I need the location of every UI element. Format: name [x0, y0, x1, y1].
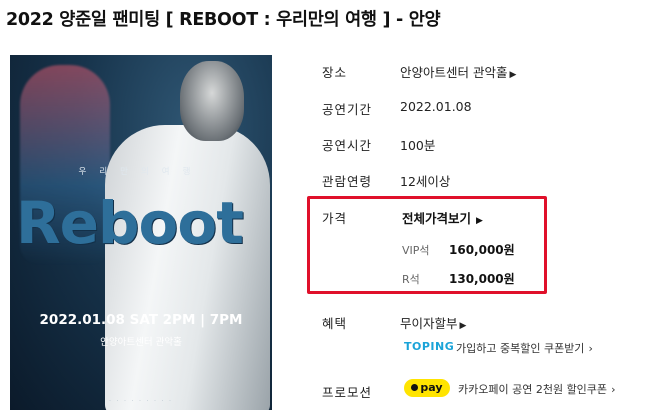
venue-link[interactable]: 안양아트센터 관악홀 ▶	[400, 62, 516, 81]
page-title: 2022 양준일 팬미팅 [ REBOOT : 우리만의 여행 ] - 안양	[6, 10, 441, 30]
kakaopay-badge: pay	[404, 379, 450, 397]
price-grade-vip: VIP석	[402, 244, 430, 257]
poster-logo: Reboot	[16, 189, 244, 257]
duration-label: 공연시간	[322, 138, 373, 153]
benefit-value: 무이자할부	[400, 316, 458, 331]
price-amount-vip: 160,000원	[449, 243, 515, 257]
kakaopay-coupon-link[interactable]: 카카오페이 공연 2천원 할인쿠폰 ›	[458, 381, 615, 397]
period-value: 2022.01.08	[400, 99, 472, 114]
kakaopay-badge-text: pay	[420, 381, 443, 394]
duration-value: 100분	[400, 138, 436, 153]
speech-bubble-icon	[411, 384, 419, 391]
price-label: 가격	[322, 211, 348, 226]
promotion-label: 프로모션	[322, 385, 373, 400]
age-label: 관람연령	[322, 174, 373, 189]
poster-fine-print: · · · · · · · · ·	[109, 398, 173, 404]
period-label: 공연기간	[322, 102, 373, 117]
show-all-prices-button[interactable]: 전체가격보기 ▶	[402, 208, 483, 227]
toping-coupon-link[interactable]: 가입하고 중복할인 쿠폰받기 ›	[456, 340, 593, 356]
poster-person-head	[180, 61, 244, 141]
kakaopay-coupon-text: 카카오페이 공연 2천원 할인쿠폰	[458, 383, 608, 396]
chevron-right-icon: ›	[611, 383, 616, 396]
benefit-link[interactable]: 무이자할부 ▶	[400, 313, 466, 332]
benefit-label: 혜택	[322, 316, 348, 331]
price-grade-r: R석	[402, 273, 420, 286]
caret-right-icon: ▶	[476, 216, 483, 226]
age-value: 12세이상	[400, 174, 451, 189]
poster-venue: 안양아트센터 관악홀	[100, 337, 182, 348]
poster-image: 우리만의여행 Reboot 2022.01.08 SAT 2PM | 7PM 안…	[10, 55, 272, 410]
caret-right-icon: ▶	[459, 321, 467, 331]
poster-subtitle: 우리만의여행	[78, 167, 204, 177]
show-all-prices-label: 전체가격보기	[402, 211, 472, 226]
venue-label: 장소	[322, 65, 348, 80]
price-amount-r: 130,000원	[449, 272, 515, 286]
chevron-right-icon: ›	[588, 342, 593, 355]
toping-coupon-text: 가입하고 중복할인 쿠폰받기	[456, 342, 585, 355]
caret-right-icon: ▶	[509, 70, 517, 80]
venue-value: 안양아트센터 관악홀	[400, 65, 508, 80]
poster-date: 2022.01.08 SAT 2PM | 7PM	[39, 312, 243, 328]
toping-logo: TOPING	[404, 340, 455, 353]
